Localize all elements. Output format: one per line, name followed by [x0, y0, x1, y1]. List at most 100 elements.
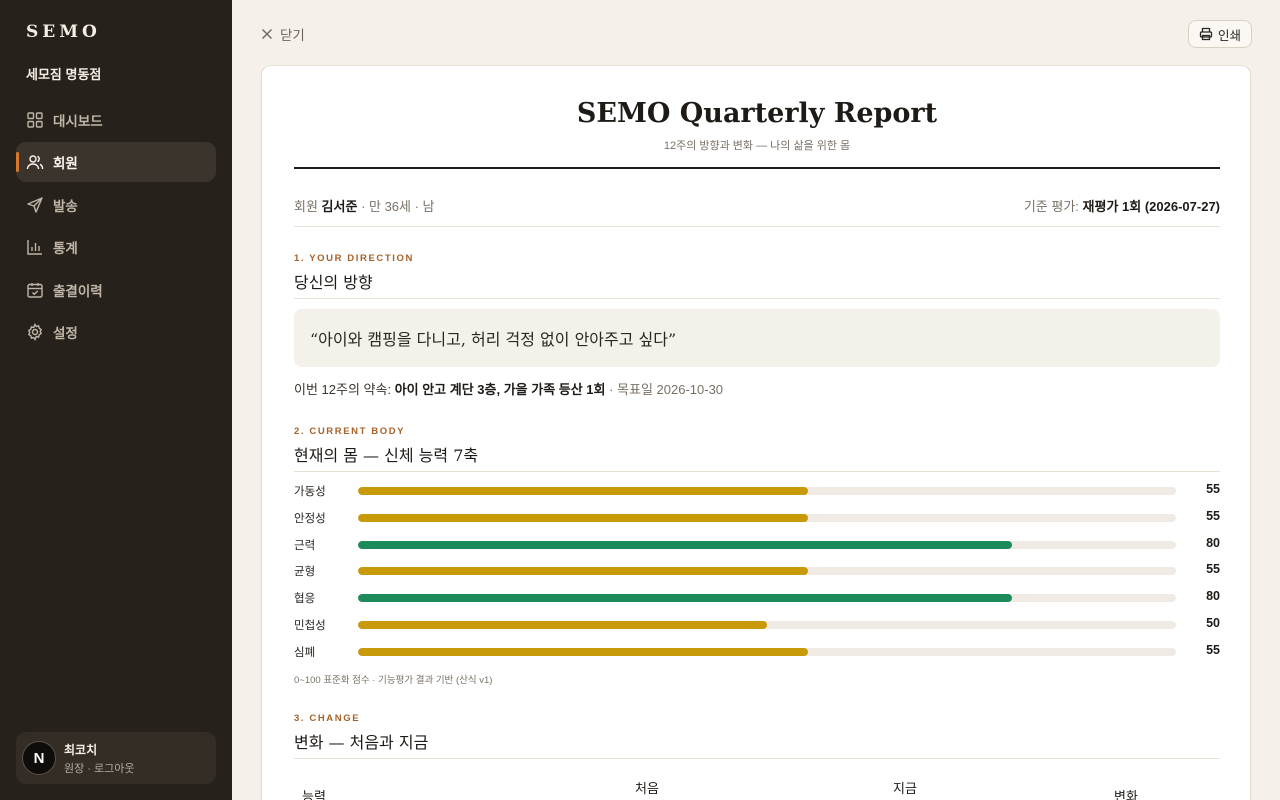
sidebar-item-send[interactable]: 발송 — [16, 185, 216, 225]
body-score-bars: 가동성 55 안정성 55 근력 80 균형 55 협응 80 민첩성 50 심폐 55 — [294, 480, 1220, 668]
column-header: 지금 — [893, 781, 917, 796]
brand-logo[interactable]: SEMO — [26, 22, 101, 42]
direction-quote: “아이와 캠핑을 다니고, 허리 걱정 없이 안아주고 싶다” — [294, 309, 1220, 367]
sidebar: SEMO 세모짐 명동점 대시보드 회원 발송 통계 출결이력 설정 N 최코치… — [0, 0, 232, 800]
sidebar-item-label: 출결이력 — [53, 283, 103, 299]
promise-due: · 목표일 2026-10-30 — [609, 382, 724, 397]
score-bar — [358, 620, 767, 629]
score-track — [358, 647, 1176, 656]
column-header: 변화 — [1114, 789, 1138, 800]
score-track — [358, 594, 1176, 603]
user-card[interactable]: N 최코치 원장 · 로그아웃 — [16, 732, 216, 784]
calendar-check-icon — [26, 281, 44, 299]
score-track — [358, 620, 1176, 629]
section-title: 현재의 몸 — 신체 능력 7축 — [294, 446, 479, 465]
user-name: 최코치 — [64, 742, 98, 757]
score-value: 55 — [1206, 508, 1220, 523]
score-value: 80 — [1206, 535, 1220, 550]
score-label: 협응 — [294, 593, 316, 606]
report-card: SEMO Quarterly Report 12주의 방향과 변화 — 나의 삶… — [261, 65, 1251, 800]
column-header: 능력 — [302, 789, 326, 800]
close-icon — [262, 29, 272, 39]
score-value: 55 — [1206, 562, 1220, 577]
member-prefix: 회원 — [294, 199, 318, 214]
user-info: 최코치 원장 · 로그아웃 — [64, 741, 135, 776]
store-name: 세모짐 명동점 — [26, 67, 102, 82]
member-meta: 회원 김서준 · 만 36세 · 남 — [294, 196, 435, 215]
score-bar — [358, 487, 808, 495]
score-value: 50 — [1206, 615, 1220, 630]
sidebar-nav: 대시보드 회원 발송 통계 출결이력 설정 — [16, 100, 216, 354]
score-value: 55 — [1206, 482, 1220, 496]
score-label: 안정성 — [294, 512, 326, 525]
print-button[interactable]: 인쇄 — [1188, 20, 1252, 48]
score-track — [358, 540, 1176, 549]
section-title: 변화 — 처음과 지금 — [294, 733, 429, 752]
send-icon — [26, 196, 44, 214]
sidebar-item-settings[interactable]: 설정 — [16, 312, 216, 352]
score-row: 협응 80 — [294, 587, 1220, 614]
section-title: 당신의 방향 — [294, 273, 373, 292]
score-note: 0~100 표준화 점수 · 기능평가 결과 기반 (산식 v1) — [294, 675, 493, 686]
score-row: 근력 80 — [294, 534, 1220, 561]
sidebar-item-members[interactable]: 회원 — [16, 142, 216, 183]
sidebar-item-dashboard[interactable]: 대시보드 — [16, 100, 216, 140]
divider — [294, 471, 1220, 472]
divider — [294, 298, 1220, 299]
sidebar-item-label: 설정 — [53, 325, 78, 341]
member-info: · 만 36세 · 남 — [361, 199, 435, 214]
score-bar — [358, 540, 1013, 549]
sidebar-item-stats[interactable]: 통계 — [16, 227, 216, 267]
basis-prefix: 기준 평가: — [1023, 199, 1079, 214]
report-title: SEMO Quarterly Report — [576, 98, 938, 129]
bar-chart-icon — [26, 238, 44, 256]
avatar: N — [22, 741, 56, 775]
score-row: 심폐 55 — [294, 641, 1220, 668]
sidebar-item-attendance[interactable]: 출결이력 — [16, 270, 216, 310]
score-label: 가동성 — [294, 486, 326, 498]
score-label: 근력 — [294, 539, 316, 552]
close-label: 닫기 — [280, 28, 305, 43]
section-kicker: 2. CURRENT BODY — [294, 426, 406, 437]
divider — [294, 758, 1220, 759]
score-row: 가동성 55 — [294, 480, 1220, 507]
score-bar — [358, 647, 808, 656]
grid-icon — [26, 111, 44, 129]
score-value: 80 — [1206, 589, 1220, 604]
title-divider — [294, 167, 1220, 169]
promise-line: 이번 12주의 약속: 아이 안고 계단 3층, 가을 가족 등산 1회 · 목… — [294, 379, 723, 398]
score-value: 55 — [1206, 642, 1220, 657]
score-label: 민첩성 — [294, 619, 326, 632]
section-kicker: 3. CHANGE — [294, 713, 361, 724]
print-label: 인쇄 — [1217, 28, 1241, 43]
score-track — [358, 513, 1176, 522]
score-bar — [358, 513, 808, 522]
sidebar-item-label: 회원 — [53, 156, 78, 172]
divider — [294, 226, 1220, 227]
sidebar-item-label: 통계 — [53, 241, 78, 257]
users-icon — [26, 153, 44, 171]
promise-value: 아이 안고 계단 3층, 가을 가족 등산 1회 — [394, 382, 606, 397]
sidebar-item-label: 발송 — [53, 198, 78, 214]
column-header: 처음 — [635, 781, 659, 796]
report-subtitle: 12주의 방향과 변화 — 나의 삶을 위한 몸 — [663, 140, 851, 152]
score-label: 균형 — [294, 566, 316, 579]
score-row: 민첩성 50 — [294, 614, 1220, 641]
promise-prefix: 이번 12주의 약속: — [294, 382, 392, 397]
score-bar — [358, 567, 808, 576]
basis-meta: 기준 평가: 재평가 1회 (2026-07-27) — [1024, 196, 1220, 215]
sidebar-item-label: 대시보드 — [53, 114, 103, 129]
score-track — [358, 487, 1176, 495]
user-role-logout[interactable]: 원장 · 로그아웃 — [64, 760, 135, 776]
section-kicker: 1. YOUR DIRECTION — [294, 253, 414, 264]
score-bar — [358, 594, 1013, 603]
printer-icon — [1199, 27, 1213, 41]
score-row: 안정성 55 — [294, 507, 1220, 534]
member-name: 김서준 — [321, 199, 358, 214]
score-track — [358, 567, 1176, 576]
close-button[interactable]: 닫기 — [260, 24, 305, 44]
score-label: 심폐 — [294, 646, 316, 659]
basis-value: 재평가 1회 (2026-07-27) — [1082, 199, 1220, 214]
score-row: 균형 55 — [294, 560, 1220, 587]
gear-icon — [26, 322, 44, 341]
